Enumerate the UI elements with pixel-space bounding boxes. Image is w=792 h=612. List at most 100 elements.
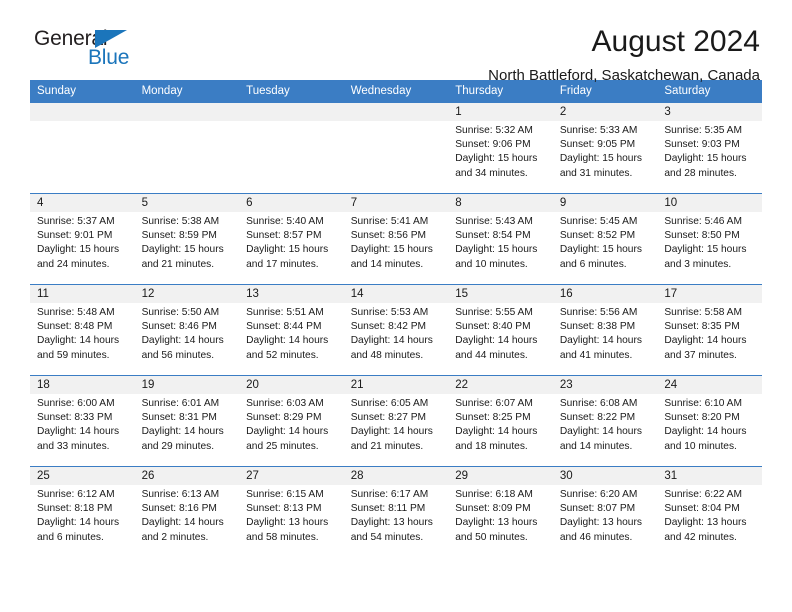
- day-details: Sunrise: 6:20 AM Sunset: 8:07 PM Daylight:…: [553, 485, 658, 545]
- calendar-day-cell[interactable]: 2 Sunrise: 5:33 AM Sunset: 9:05 PM Daylight…: [552, 102, 658, 194]
- day-details: Sunrise: 6:01 AM Sunset: 8:31 PM Daylight:…: [135, 394, 240, 454]
- sunset-text: Sunset: 8:40 PM: [455, 321, 531, 333]
- day-number: 25: [30, 467, 135, 485]
- calendar-day-cell[interactable]: 28 Sunrise: 6:17 AM Sunset: 8:11 PM Dayligh…: [343, 466, 449, 557]
- daylight-text-line1: Daylight: 15 hours: [37, 244, 120, 256]
- daylight-text-line2: and 58 minutes.: [246, 531, 319, 543]
- calendar-day-cell[interactable]: 17 Sunrise: 5:58 AM Sunset: 8:35 PM Dayligh…: [657, 284, 762, 376]
- calendar-day-cell[interactable]: 31 Sunrise: 6:22 AM Sunset: 8:04 PM Dayligh…: [657, 466, 762, 557]
- calendar-day-cell[interactable]: 6 Sunrise: 5:40 AM Sunset: 8:57 PM Daylight…: [239, 193, 344, 285]
- sunset-text: Sunset: 8:48 PM: [37, 321, 113, 333]
- daylight-text-line1: Daylight: 15 hours: [559, 153, 642, 165]
- calendar-day-cell[interactable]: 12 Sunrise: 5:50 AM Sunset: 8:46 PM Dayligh…: [134, 284, 240, 376]
- calendar-day-cell[interactable]: 10 Sunrise: 5:46 AM Sunset: 8:50 PM Dayligh…: [657, 193, 762, 285]
- daylight-text-line1: Daylight: 13 hours: [559, 517, 642, 529]
- sunrise-text: Sunrise: 6:18 AM: [455, 489, 533, 500]
- calendar-day-cell[interactable]: 16 Sunrise: 5:56 AM Sunset: 8:38 PM Dayligh…: [552, 284, 658, 376]
- day-details: Sunrise: 6:22 AM Sunset: 8:04 PM Daylight:…: [657, 485, 762, 545]
- daylight-text-line1: Daylight: 14 hours: [37, 517, 120, 529]
- calendar-day-cell[interactable]: 11 Sunrise: 5:48 AM Sunset: 8:48 PM Dayligh…: [30, 284, 135, 376]
- sunrise-text: Sunrise: 6:03 AM: [246, 398, 324, 409]
- calendar-day-cell[interactable]: 5 Sunrise: 5:38 AM Sunset: 8:59 PM Daylight…: [134, 193, 240, 285]
- daylight-text-line1: Daylight: 14 hours: [141, 335, 224, 347]
- daylight-text-line1: Daylight: 15 hours: [664, 153, 747, 165]
- day-details: Sunrise: 6:08 AM Sunset: 8:22 PM Daylight:…: [553, 394, 658, 454]
- calendar-day-cell[interactable]: 3 Sunrise: 5:35 AM Sunset: 9:03 PM Daylight…: [657, 102, 762, 194]
- calendar-day-cell[interactable]: 8 Sunrise: 5:43 AM Sunset: 8:54 PM Daylight…: [448, 193, 553, 285]
- daylight-text-line2: and 50 minutes.: [455, 531, 528, 543]
- daylight-text-line1: Daylight: 15 hours: [246, 244, 329, 256]
- calendar-day-cell[interactable]: 18 Sunrise: 6:00 AM Sunset: 8:33 PM Dayligh…: [30, 375, 135, 467]
- sunset-text: Sunset: 8:18 PM: [37, 503, 113, 515]
- sunset-text: Sunset: 8:52 PM: [559, 230, 636, 242]
- calendar-day-cell[interactable]: 9 Sunrise: 5:45 AM Sunset: 8:52 PM Daylight…: [552, 193, 658, 285]
- day-number: 23: [552, 376, 658, 394]
- day-number: 20: [239, 376, 344, 394]
- daylight-text-line2: and 56 minutes.: [141, 349, 215, 361]
- day-number: 14: [343, 285, 449, 303]
- calendar-day-cell[interactable]: 19 Sunrise: 6:01 AM Sunset: 8:31 PM Dayligh…: [134, 375, 240, 467]
- day-number: 29: [448, 467, 553, 485]
- day-number: 9: [552, 194, 658, 212]
- sunrise-text: Sunrise: 5:58 AM: [664, 307, 742, 318]
- day-number: 12: [134, 285, 240, 303]
- calendar-day-cell[interactable]: 21 Sunrise: 6:05 AM Sunset: 8:27 PM Dayligh…: [343, 375, 449, 467]
- calendar-day-cell[interactable]: 13 Sunrise: 5:51 AM Sunset: 8:44 PM Dayligh…: [239, 284, 344, 376]
- sunrise-text: Sunrise: 5:43 AM: [455, 216, 533, 227]
- daylight-text-line2: and 2 minutes.: [141, 531, 209, 543]
- sunset-text: Sunset: 8:57 PM: [246, 230, 322, 242]
- calendar-day-cell[interactable]: 15 Sunrise: 5:55 AM Sunset: 8:40 PM Dayligh…: [448, 284, 553, 376]
- daylight-text-line1: Daylight: 14 hours: [141, 517, 224, 529]
- daylight-text-line2: and 33 minutes.: [37, 440, 110, 452]
- page-header: General Blue August 2024 North Battlefor…: [30, 0, 762, 84]
- calendar-day-cell[interactable]: 26 Sunrise: 6:13 AM Sunset: 8:16 PM Dayligh…: [134, 466, 240, 557]
- daylight-text-line1: Daylight: 13 hours: [350, 517, 433, 529]
- calendar-week-row: 1 Sunrise: 5:32 AM Sunset: 9:06 PM Daylight…: [30, 102, 762, 194]
- daylight-text-line1: Daylight: 15 hours: [664, 244, 747, 256]
- sunrise-text: Sunrise: 5:35 AM: [664, 125, 742, 136]
- day-details: Sunrise: 5:38 AM Sunset: 8:59 PM Daylight:…: [135, 212, 240, 272]
- daylight-text-line2: and 24 minutes.: [37, 258, 110, 270]
- day-details: Sunrise: 6:18 AM Sunset: 8:09 PM Daylight:…: [448, 485, 553, 545]
- day-details: Sunrise: 5:33 AM Sunset: 9:05 PM Daylight:…: [553, 121, 658, 181]
- calendar-day-cell[interactable]: 14 Sunrise: 5:53 AM Sunset: 8:42 PM Dayligh…: [343, 284, 449, 376]
- sunrise-text: Sunrise: 5:55 AM: [455, 307, 533, 318]
- generalblue-logo[interactable]: General Blue: [30, 26, 150, 76]
- calendar-day-cell[interactable]: 22 Sunrise: 6:07 AM Sunset: 8:25 PM Dayligh…: [448, 375, 553, 467]
- day-details: Sunrise: 6:13 AM Sunset: 8:16 PM Daylight:…: [135, 485, 240, 545]
- day-number: 7: [343, 194, 449, 212]
- daylight-text-line2: and 21 minutes.: [350, 440, 424, 452]
- sunset-text: Sunset: 8:50 PM: [664, 230, 740, 242]
- daylight-text-line2: and 59 minutes.: [37, 349, 110, 361]
- calendar-day-cell[interactable]: 4 Sunrise: 5:37 AM Sunset: 9:01 PM Daylight…: [30, 193, 135, 285]
- calendar-day-cell[interactable]: 29 Sunrise: 6:18 AM Sunset: 8:09 PM Dayligh…: [448, 466, 553, 557]
- day-number: 18: [30, 376, 135, 394]
- day-number: 26: [134, 467, 240, 485]
- day-number: 1: [448, 103, 553, 121]
- day-number: 30: [552, 467, 658, 485]
- day-number: [343, 103, 449, 121]
- calendar-day-cell[interactable]: 30 Sunrise: 6:20 AM Sunset: 8:07 PM Dayligh…: [552, 466, 658, 557]
- calendar-day-cell[interactable]: 20 Sunrise: 6:03 AM Sunset: 8:29 PM Dayligh…: [239, 375, 344, 467]
- day-details: Sunrise: 5:51 AM Sunset: 8:44 PM Daylight:…: [239, 303, 344, 363]
- daylight-text-line2: and 31 minutes.: [559, 167, 633, 179]
- sunrise-text: Sunrise: 5:48 AM: [37, 307, 115, 318]
- sunset-text: Sunset: 8:13 PM: [246, 503, 322, 515]
- calendar-day-cell[interactable]: 1 Sunrise: 5:32 AM Sunset: 9:06 PM Daylight…: [448, 102, 553, 194]
- sunset-text: Sunset: 9:01 PM: [37, 230, 113, 242]
- calendar-day-cell[interactable]: 23 Sunrise: 6:08 AM Sunset: 8:22 PM Dayligh…: [552, 375, 658, 467]
- sunrise-text: Sunrise: 5:51 AM: [246, 307, 324, 318]
- daylight-text-line1: Daylight: 15 hours: [559, 244, 642, 256]
- day-details: Sunrise: 5:55 AM Sunset: 8:40 PM Daylight:…: [448, 303, 553, 363]
- day-number: 16: [552, 285, 658, 303]
- calendar-day-cell[interactable]: 7 Sunrise: 5:41 AM Sunset: 8:56 PM Daylight…: [343, 193, 449, 285]
- calendar-day-cell[interactable]: 24 Sunrise: 6:10 AM Sunset: 8:20 PM Dayligh…: [657, 375, 762, 467]
- calendar-day-cell[interactable]: 27 Sunrise: 6:15 AM Sunset: 8:13 PM Dayligh…: [239, 466, 344, 557]
- daylight-text-line2: and 6 minutes.: [37, 531, 104, 543]
- sunrise-text: Sunrise: 5:46 AM: [664, 216, 742, 227]
- daylight-text-line1: Daylight: 13 hours: [246, 517, 329, 529]
- daylight-text-line2: and 25 minutes.: [246, 440, 319, 452]
- calendar-day-cell[interactable]: 25 Sunrise: 6:12 AM Sunset: 8:18 PM Dayligh…: [30, 466, 135, 557]
- daylight-text-line1: Daylight: 13 hours: [664, 517, 747, 529]
- daylight-text-line2: and 18 minutes.: [455, 440, 528, 452]
